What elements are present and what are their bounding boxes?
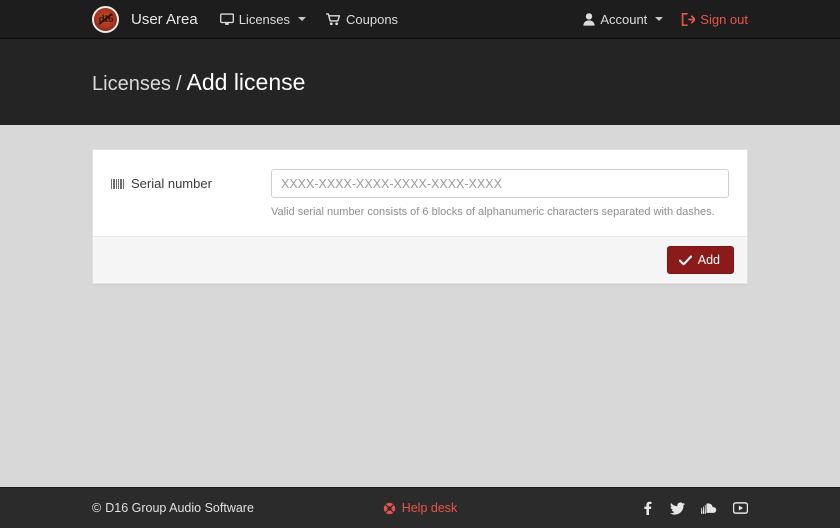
youtube-icon[interactable] xyxy=(733,502,748,514)
card-footer: Add xyxy=(93,236,747,283)
check-icon xyxy=(678,254,692,266)
soundcloud-icon[interactable] xyxy=(701,502,717,514)
user-icon xyxy=(583,12,595,26)
sign-out-icon xyxy=(681,12,696,26)
navbar-right-group: Account Sign out xyxy=(565,12,748,27)
nav-item-coupons[interactable]: Coupons xyxy=(326,12,398,27)
barcode-icon xyxy=(111,178,124,189)
nav-item-licenses[interactable]: Licenses xyxy=(219,11,307,27)
nav-item-sign-out-label: Sign out xyxy=(700,11,748,27)
copyright-text: © D16 Group Audio Software xyxy=(92,501,254,515)
serial-number-input[interactable] xyxy=(271,169,729,198)
page-title: Add license xyxy=(186,68,306,95)
serial-number-label: Serial number xyxy=(111,169,271,191)
shopping-cart-icon xyxy=(326,12,341,26)
desktop-icon xyxy=(219,12,234,26)
add-button[interactable]: Add xyxy=(666,246,734,274)
breadcrumb-separator: / xyxy=(175,72,182,95)
add-license-card: Serial number Valid serial number consis… xyxy=(92,149,748,284)
copyright-symbol: © xyxy=(92,501,102,515)
serial-number-field-group: Valid serial number consists of 6 blocks… xyxy=(271,169,729,218)
social-links xyxy=(641,501,748,515)
twitter-icon[interactable] xyxy=(670,501,685,515)
nav-item-sign-out[interactable]: Sign out xyxy=(681,12,748,27)
logo-mark-text: d16 xyxy=(98,12,113,25)
nav-item-account[interactable]: Account xyxy=(583,11,664,27)
nav-item-coupons-label: Coupons xyxy=(346,11,399,27)
d16-logo-icon[interactable]: d16 xyxy=(92,5,119,33)
add-license-form: Serial number Valid serial number consis… xyxy=(93,150,747,236)
top-navbar: d16 User Area Licenses Coupons Account S… xyxy=(0,0,840,39)
brand-title[interactable]: User Area xyxy=(131,11,198,28)
life-ring-icon xyxy=(383,502,396,515)
serial-number-help-text: Valid serial number consists of 6 blocks… xyxy=(271,206,715,218)
page-header: Licenses / Add license xyxy=(0,39,840,125)
serial-number-label-text: Serial number xyxy=(131,176,212,191)
nav-item-account-label: Account xyxy=(600,11,648,27)
help-desk-label: Help desk xyxy=(401,501,458,515)
navbar-left-group: d16 User Area Licenses Coupons xyxy=(92,5,418,33)
breadcrumb-parent[interactable]: Licenses xyxy=(92,73,171,96)
main-content: Serial number Valid serial number consis… xyxy=(0,125,840,487)
facebook-icon[interactable] xyxy=(641,501,654,515)
page-footer: © D16 Group Audio Software Help desk xyxy=(0,487,840,528)
breadcrumb: Licenses / Add license xyxy=(92,69,305,96)
chevron-down-icon xyxy=(655,17,664,21)
nav-item-licenses-label: Licenses xyxy=(238,11,291,27)
help-desk-link[interactable]: Help desk xyxy=(383,501,458,515)
chevron-down-icon xyxy=(298,17,307,21)
copyright-label: D16 Group Audio Software xyxy=(105,501,254,515)
add-button-label: Add xyxy=(697,253,720,267)
